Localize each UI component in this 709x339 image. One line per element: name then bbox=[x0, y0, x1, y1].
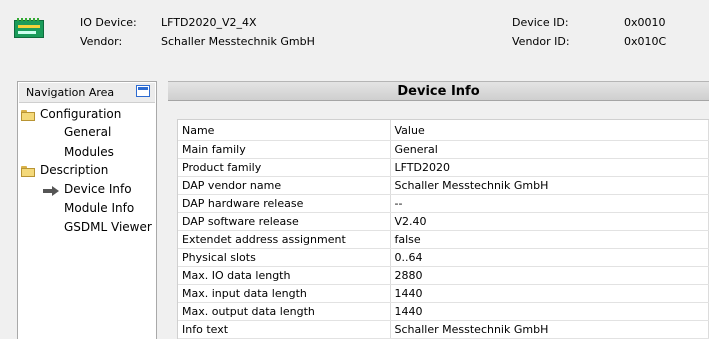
tree-item-configuration[interactable]: Configuration bbox=[40, 107, 121, 121]
cell-value: Schaller Messtechnik GmbH bbox=[390, 320, 709, 339]
cell-value: 0..64 bbox=[390, 248, 709, 267]
tree-item-description[interactable]: Description bbox=[40, 163, 108, 177]
cell-name: DAP vendor name bbox=[178, 176, 391, 195]
column-header-value[interactable]: Value bbox=[390, 120, 709, 141]
vendor-label: Vendor: bbox=[80, 35, 123, 48]
folder-icon bbox=[21, 110, 35, 121]
cell-value: V2.40 bbox=[390, 212, 709, 231]
tree-item-general[interactable]: General bbox=[64, 125, 111, 139]
cell-name: DAP hardware release bbox=[178, 194, 391, 213]
table-row[interactable]: Max. output data length 1440 bbox=[178, 302, 709, 321]
cell-name: Product family bbox=[178, 158, 391, 177]
cell-name: Physical slots bbox=[178, 248, 391, 267]
cell-name: Main family bbox=[178, 140, 391, 159]
vendor-id-label: Vendor ID: bbox=[512, 35, 570, 48]
device-info-header: Device Info bbox=[168, 81, 709, 101]
arrow-right-icon bbox=[43, 186, 59, 196]
device-module-icon bbox=[14, 18, 44, 38]
table-row[interactable]: Max. input data length 1440 bbox=[178, 284, 709, 303]
tree-item-modules[interactable]: Modules bbox=[64, 145, 114, 159]
cell-name: Max. input data length bbox=[178, 284, 391, 303]
cell-value: LFTD2020 bbox=[390, 158, 709, 177]
navigation-title: Navigation Area bbox=[26, 86, 115, 99]
cell-value: -- bbox=[390, 194, 709, 213]
folder-icon bbox=[21, 166, 35, 177]
vendor-value: Schaller Messtechnik GmbH bbox=[161, 35, 315, 48]
tree-item-device-info[interactable]: Device Info bbox=[64, 182, 132, 196]
device-id-label: Device ID: bbox=[512, 16, 569, 29]
table-row[interactable]: Extendet address assignment false bbox=[178, 230, 709, 249]
table-row[interactable]: Max. IO data length 2880 bbox=[178, 266, 709, 285]
table-row[interactable]: DAP hardware release -- bbox=[178, 194, 709, 213]
cell-value: 2880 bbox=[390, 266, 709, 285]
table-row[interactable]: Product family LFTD2020 bbox=[178, 158, 709, 177]
device-info-table: Name Value Main family General Product fa… bbox=[177, 119, 709, 339]
device-id-value: 0x0010 bbox=[624, 16, 666, 29]
tree-item-module-info[interactable]: Module Info bbox=[64, 201, 134, 215]
cell-value: General bbox=[390, 140, 709, 159]
table-row[interactable]: DAP software release V2.40 bbox=[178, 212, 709, 231]
device-info-title: Device Info bbox=[397, 84, 480, 99]
navigation-header: Navigation Area bbox=[19, 83, 155, 103]
cell-name: Max. output data length bbox=[178, 302, 391, 321]
vendor-id-value: 0x010C bbox=[624, 35, 667, 48]
cell-name: Info text bbox=[178, 320, 391, 339]
table-row[interactable]: Physical slots 0..64 bbox=[178, 248, 709, 267]
cell-name: Max. IO data length bbox=[178, 266, 391, 285]
navigation-panel: Navigation Area Configuration General Mo… bbox=[17, 81, 157, 339]
cell-name: Extendet address assignment bbox=[178, 230, 391, 249]
column-header-name[interactable]: Name bbox=[178, 120, 391, 141]
table-header-row: Name Value bbox=[178, 120, 709, 141]
cell-value: 1440 bbox=[390, 284, 709, 303]
table-row[interactable]: DAP vendor name Schaller Messtechnik GmbH bbox=[178, 176, 709, 195]
window-restore-icon[interactable] bbox=[136, 85, 150, 97]
tree-item-gsdml-viewer[interactable]: GSDML Viewer bbox=[64, 220, 152, 234]
cell-value: Schaller Messtechnik GmbH bbox=[390, 176, 709, 195]
io-device-label: IO Device: bbox=[80, 16, 137, 29]
cell-name: DAP software release bbox=[178, 212, 391, 231]
cell-value: false bbox=[390, 230, 709, 249]
table-row[interactable]: Info text Schaller Messtechnik GmbH bbox=[178, 320, 709, 339]
table-row[interactable]: Main family General bbox=[178, 140, 709, 159]
cell-value: 1440 bbox=[390, 302, 709, 321]
io-device-value: LFTD2020_V2_4X bbox=[161, 16, 257, 29]
